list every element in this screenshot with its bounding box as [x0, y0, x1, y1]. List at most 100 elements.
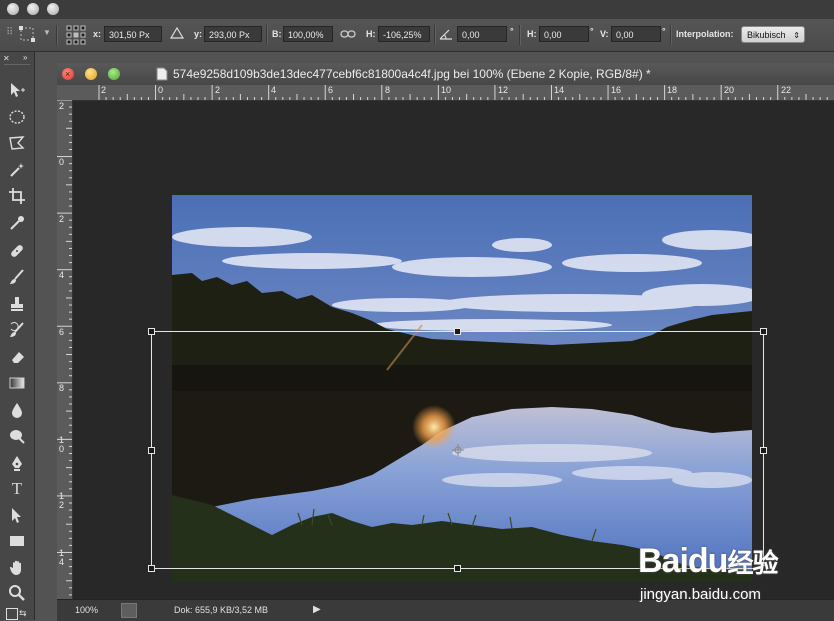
lasso-tool-icon[interactable]: [4, 132, 30, 154]
ruler-label: 2: [59, 214, 65, 224]
eraser-tool-icon[interactable]: [4, 346, 30, 368]
pen-tool-icon[interactable]: [4, 452, 30, 474]
ruler-label: 1 0: [59, 435, 65, 454]
document-title: 574e9258d109b3de13dec477cebf6c81800a4c4f…: [173, 67, 651, 81]
skew-vertical-input[interactable]: 0,00: [611, 26, 661, 42]
ruler-label: 0: [59, 157, 65, 167]
ruler-label: 1 4: [59, 548, 65, 567]
ruler-origin[interactable]: [57, 85, 73, 101]
system-title-bar: [0, 0, 834, 19]
gradient-tool-icon[interactable]: [4, 372, 30, 394]
blur-tool-icon[interactable]: [4, 399, 30, 421]
close-window-button[interactable]: [7, 3, 19, 15]
watermark-url: jingyan.baidu.com: [640, 586, 761, 603]
ruler-label: 22: [781, 85, 792, 95]
ruler-label: 18: [667, 85, 678, 95]
marquee-tool-icon[interactable]: [4, 106, 30, 128]
document-window: × 574e9258d109b3de13dec477cebf6c81800a4c…: [57, 63, 834, 621]
skew-horizontal-input[interactable]: 0,00: [539, 26, 589, 42]
eyedropper-tool-icon[interactable]: [4, 212, 30, 234]
y-label: y:: [194, 29, 203, 39]
magic-wand-tool-icon[interactable]: [4, 159, 30, 181]
divider: [434, 25, 436, 45]
x-label: x:: [93, 29, 102, 39]
document-size-info: Dok: 655,9 KB/3,52 MB: [174, 605, 269, 615]
updown-chevron-icon: ⇕: [793, 31, 800, 40]
height-label: H:: [366, 29, 376, 39]
ruler-label: 1 2: [59, 491, 65, 510]
interpolation-label: Interpolation:: [676, 29, 734, 39]
hand-tool-icon[interactable]: [4, 557, 30, 579]
watermark-brand: Baidu: [638, 542, 728, 580]
link-icon[interactable]: [340, 27, 356, 41]
zoom-tool-icon[interactable]: [4, 582, 30, 604]
swap-colors-icon[interactable]: ⇆: [19, 608, 27, 619]
x-position-input[interactable]: 301,50 Px: [104, 26, 162, 42]
rectangle-tool-icon[interactable]: [4, 530, 30, 552]
delta-icon[interactable]: [169, 26, 185, 40]
document-profile-icon[interactable]: [121, 603, 137, 618]
tools-panel: ✕ » T ⇆: [0, 52, 35, 620]
ruler-label: 8: [59, 383, 65, 393]
ruler-label: 4: [271, 85, 277, 95]
default-colors-icon[interactable]: [6, 608, 18, 620]
divider: [670, 25, 672, 45]
divider: [56, 25, 58, 45]
rotate-angle-icon: [438, 27, 454, 41]
document-title-bar: × 574e9258d109b3de13dec477cebf6c81800a4c…: [57, 63, 834, 86]
ruler-ticks: [98, 85, 828, 100]
ruler-label: 10: [441, 85, 452, 95]
chevron-down-icon[interactable]: ▼: [43, 28, 51, 37]
history-brush-tool-icon[interactable]: [4, 319, 30, 341]
horizontal-ruler[interactable]: 2 0 2 4 6 8 10 12 14 16 18 20 22: [72, 85, 834, 101]
play-arrow-icon[interactable]: ▶: [313, 604, 321, 615]
ruler-label: 0: [158, 85, 164, 95]
zoom-window-button[interactable]: [47, 3, 59, 15]
brush-tool-icon[interactable]: [4, 266, 30, 288]
maximize-document-button[interactable]: [108, 68, 120, 80]
grip-icon: ⠿: [6, 27, 14, 38]
collapse-panel-icon[interactable]: ✕: [3, 54, 10, 63]
width-percent-input[interactable]: 100,00%: [283, 26, 333, 42]
skew-h-label: H:: [527, 29, 537, 39]
height-percent-input[interactable]: -106,25%: [378, 26, 430, 42]
ruler-label: 4: [59, 270, 65, 280]
watermark-brand-cn: 经验: [727, 548, 778, 578]
healing-brush-tool-icon[interactable]: [4, 240, 30, 262]
photo-layer[interactable]: [172, 195, 752, 582]
degree-symbol: °: [662, 26, 666, 36]
divider: [519, 25, 521, 45]
vertical-ruler[interactable]: 2 0 2 4 6 8 1 0 1 2 1 4: [57, 100, 73, 600]
ruler-label: 6: [328, 85, 334, 95]
close-document-button[interactable]: ×: [62, 68, 74, 80]
document-canvas[interactable]: [73, 101, 834, 599]
ruler-label: 6: [59, 327, 65, 337]
y-position-input[interactable]: 293,00 Px: [204, 26, 262, 42]
minimize-document-button[interactable]: [85, 68, 97, 80]
zoom-level[interactable]: 100%: [75, 605, 98, 615]
ruler-label: 2: [59, 101, 65, 111]
file-icon: [156, 67, 168, 81]
type-tool-icon[interactable]: T: [4, 478, 30, 500]
transform-tool-preset-icon[interactable]: [18, 25, 36, 43]
ruler-label: 12: [498, 85, 509, 95]
ruler-label: 16: [611, 85, 622, 95]
rotation-input[interactable]: 0,00: [457, 26, 507, 42]
move-tool-icon[interactable]: [4, 79, 30, 101]
path-selection-tool-icon[interactable]: [4, 504, 30, 526]
expand-panel-icon[interactable]: »: [23, 53, 27, 62]
options-bar: ⠿ ▼ x: 301,50 Px y: 293,00 Px B: 100,00%…: [0, 19, 834, 52]
ruler-ticks: [57, 100, 72, 596]
crop-tool-icon[interactable]: [4, 185, 30, 207]
panel-grip: [4, 64, 30, 65]
skew-v-label: V:: [600, 29, 609, 39]
ruler-label: 2: [101, 85, 107, 95]
dodge-tool-icon[interactable]: [4, 425, 30, 447]
ruler-label: 8: [385, 85, 391, 95]
baidu-watermark: Baidu经验 jingyan.baidu.com: [638, 534, 798, 614]
reference-point-locator-icon[interactable]: [66, 25, 86, 45]
ruler-label: 2: [215, 85, 221, 95]
clone-stamp-tool-icon[interactable]: [4, 293, 30, 315]
interpolation-select[interactable]: Bikubisch ⇕: [741, 26, 805, 43]
minimize-window-button[interactable]: [27, 3, 39, 15]
